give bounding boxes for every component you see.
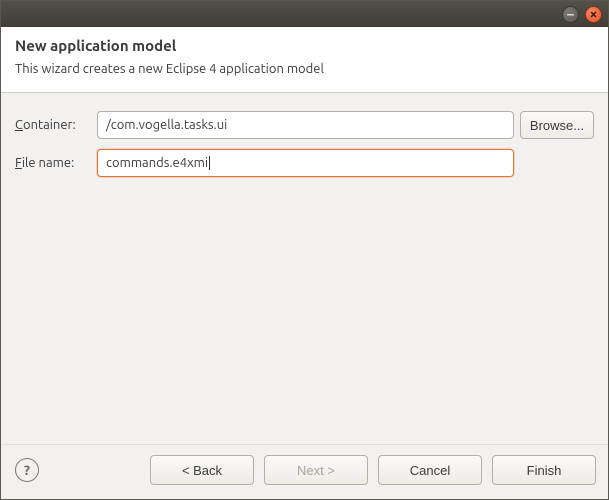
minimize-icon [566,10,575,19]
wizard-dialog: New application model This wizard create… [0,0,609,500]
wizard-footer: ? < Back Next > Cancel Finish [1,444,608,499]
minimize-button[interactable] [562,6,579,23]
text-caret [209,156,210,170]
browse-button[interactable]: Browse... [520,111,594,139]
page-title: New application model [15,37,594,54]
window-titlebar [1,1,608,27]
container-row: Container: Browse... [15,111,594,139]
finish-button[interactable]: Finish [492,455,596,485]
cancel-button[interactable]: Cancel [378,455,482,485]
filename-input-value: commands.e4xmi [106,156,208,170]
wizard-header: New application model This wizard create… [1,27,608,93]
filename-input[interactable]: commands.e4xmi [97,149,514,177]
close-button[interactable] [585,6,602,23]
back-button[interactable]: < Back [150,455,254,485]
filename-row: File name: commands.e4xmi [15,149,594,177]
page-subtitle: This wizard creates a new Eclipse 4 appl… [15,62,594,76]
close-icon [589,10,598,19]
help-button[interactable]: ? [15,458,39,482]
wizard-body: Container: Browse... File name: commands… [1,93,608,444]
filename-label: File name: [15,156,91,170]
container-input[interactable] [97,111,514,139]
container-label: Container: [15,118,91,132]
next-button: Next > [264,455,368,485]
